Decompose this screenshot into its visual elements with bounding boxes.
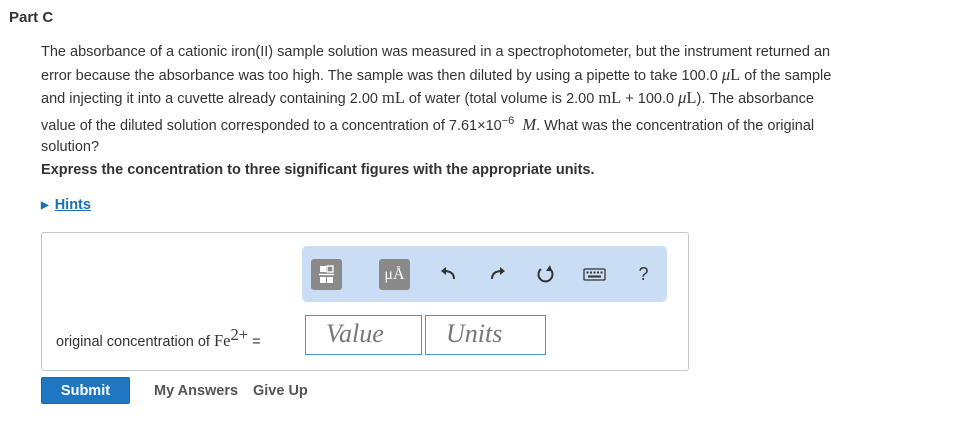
answer-panel: μÅ ? original concentration of Fe2+ = Va… (41, 232, 689, 371)
my-answers-button[interactable]: My Answers (154, 383, 238, 399)
hints-toggle[interactable]: ▶ Hints (41, 197, 91, 213)
question-line-5: solution? (41, 138, 100, 155)
units-icon[interactable]: μÅ (379, 259, 410, 290)
question-line-1: The absorbance of a cationic iron(II) sa… (41, 44, 831, 60)
give-up-button[interactable]: Give Up (253, 383, 308, 399)
undo-icon[interactable] (433, 259, 464, 290)
caret-right-icon: ▶ (41, 200, 49, 211)
help-icon[interactable]: ? (628, 259, 659, 290)
math-toolbar: μÅ ? (302, 246, 667, 302)
reset-icon[interactable] (530, 259, 561, 290)
question-line-2: error because the absorbance was too hig… (41, 64, 832, 84)
question-text: The absorbance of a cationic iron(II) sa… (41, 42, 941, 158)
units-input[interactable]: Units (425, 315, 546, 355)
instruction-text: Express the concentration to three signi… (41, 162, 595, 178)
answer-label: original concentration of Fe2+ = (56, 325, 261, 350)
question-line-3: and injecting it into a cuvette already … (41, 88, 814, 107)
keyboard-icon[interactable] (579, 259, 610, 290)
question-line-4: value of the diluted solution correspond… (41, 114, 815, 134)
redo-icon[interactable] (482, 259, 513, 290)
part-title: Part C (9, 9, 54, 26)
submit-button[interactable]: Submit (41, 377, 130, 404)
hints-label[interactable]: Hints (55, 197, 91, 213)
value-input[interactable]: Value (305, 315, 422, 355)
templates-icon[interactable] (311, 259, 342, 290)
